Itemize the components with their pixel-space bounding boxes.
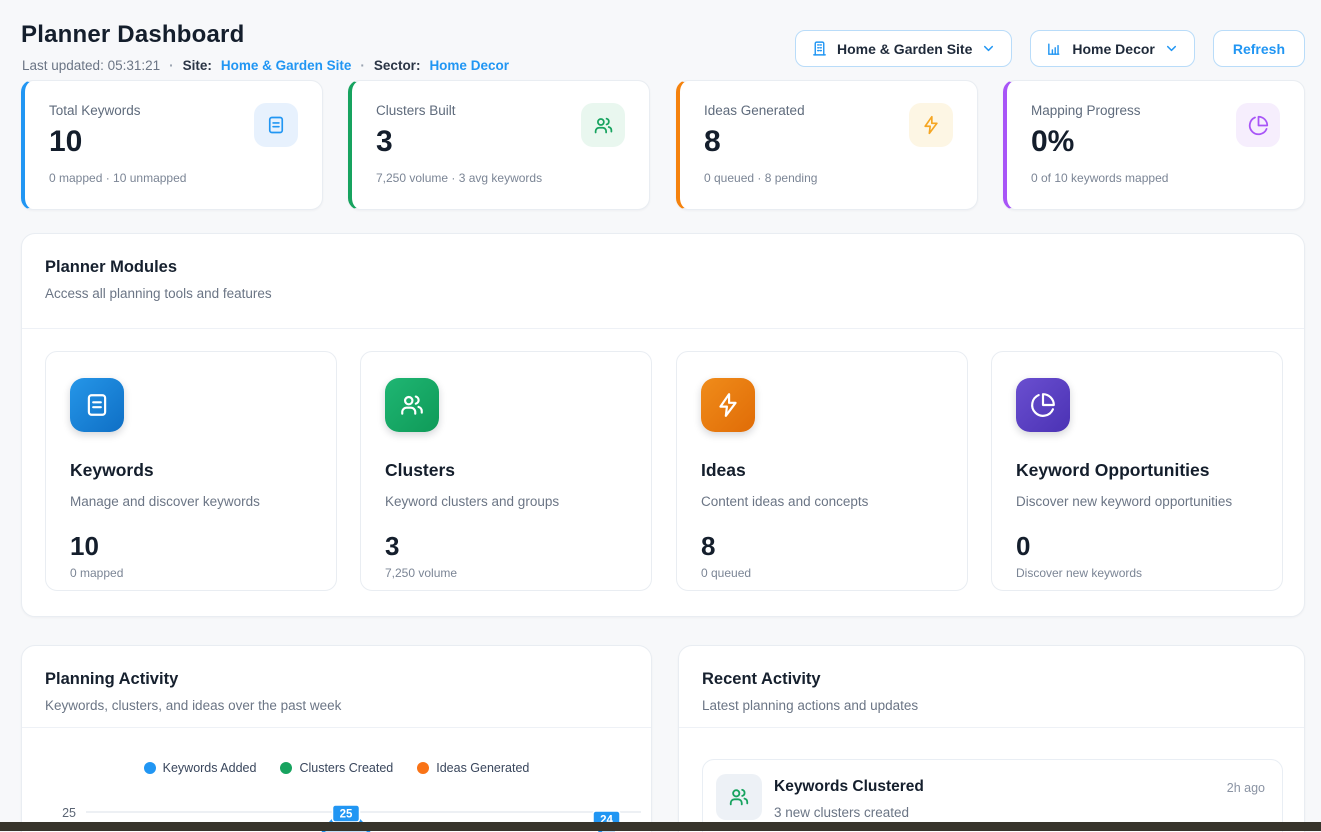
sector-label: Sector: [374, 58, 421, 73]
bottom-edge-bar [0, 822, 1321, 831]
module-card-clusters[interactable]: Clusters Keyword clusters and groups 3 7… [360, 351, 652, 591]
activity-item-title: Keywords Clustered [774, 778, 924, 796]
module-card-keyword-opportunities[interactable]: Keyword Opportunities Discover new keywo… [991, 351, 1283, 591]
users-icon [581, 103, 625, 147]
module-description: Discover new keyword opportunities [1016, 494, 1258, 509]
planner-dashboard-page: Planner Dashboard Last updated: 05:31:21… [0, 0, 1321, 832]
refresh-button-label: Refresh [1233, 41, 1285, 57]
chart-legend: Keywords Added Clusters Created Ideas Ge… [22, 761, 651, 775]
pie-chart-icon [1016, 378, 1070, 432]
document-icon [70, 378, 124, 432]
module-title: Keyword Opportunities [1016, 460, 1258, 481]
meta-separator: · [360, 58, 365, 73]
site-selector-dropdown[interactable]: Home & Garden Site [795, 30, 1012, 67]
bar-chart-icon [1046, 40, 1063, 57]
refresh-button[interactable]: Refresh [1213, 30, 1305, 67]
planning-activity-title: Planning Activity [45, 670, 178, 689]
module-card-ideas[interactable]: Ideas Content ideas and concepts 8 0 que… [676, 351, 968, 591]
activity-item-description: 3 new clusters created [774, 805, 909, 820]
module-detail: Discover new keywords [1016, 566, 1258, 580]
module-value: 3 [385, 533, 627, 559]
stat-detail: 0 mapped · 10 unmapped [49, 171, 298, 185]
planner-modules-panel: Planner Modules Access all planning tool… [21, 233, 1305, 617]
site-label: Site: [183, 58, 212, 73]
module-value: 10 [70, 533, 312, 559]
chevron-down-icon [1164, 41, 1179, 56]
y-axis-tick-label: 25 [62, 806, 76, 820]
legend-dot-blue [144, 762, 156, 774]
sector-selector-label: Home Decor [1072, 41, 1154, 57]
module-description: Keyword clusters and groups [385, 494, 627, 509]
divider [679, 727, 1304, 728]
module-title: Clusters [385, 460, 627, 481]
site-selector-label: Home & Garden Site [837, 41, 972, 57]
module-description: Content ideas and concepts [701, 494, 943, 509]
module-detail: 0 queued [701, 566, 943, 580]
divider [22, 727, 651, 728]
stat-card-total-keywords: Total Keywords 10 0 mapped · 10 unmapped [21, 80, 323, 210]
header-meta: Last updated: 05:31:21 · Site: Home & Ga… [22, 58, 509, 73]
planning-activity-subtitle: Keywords, clusters, and ideas over the p… [45, 698, 341, 713]
sector-selector-dropdown[interactable]: Home Decor [1030, 30, 1194, 67]
modules-section-subtitle: Access all planning tools and features [45, 286, 272, 301]
zap-icon [909, 103, 953, 147]
legend-item-keywords-added: Keywords Added [144, 761, 257, 775]
activity-item-timestamp: 2h ago [1227, 781, 1265, 795]
users-icon [716, 774, 762, 820]
module-value: 8 [701, 533, 943, 559]
meta-separator: · [169, 58, 174, 73]
module-detail: 7,250 volume [385, 566, 627, 580]
module-value: 0 [1016, 533, 1258, 559]
legend-dot-orange [417, 762, 429, 774]
module-title: Keywords [70, 460, 312, 481]
legend-item-ideas-generated: Ideas Generated [417, 761, 529, 775]
stat-card-mapping-progress: Mapping Progress 0% 0 of 10 keywords map… [1003, 80, 1305, 210]
module-description: Manage and discover keywords [70, 494, 312, 509]
users-icon [385, 378, 439, 432]
sector-value-link[interactable]: Home Decor [429, 58, 509, 73]
chevron-down-icon [981, 41, 996, 56]
recent-activity-title: Recent Activity [702, 670, 821, 689]
header-controls: Home & Garden Site Home Decor Refresh [795, 30, 1305, 67]
recent-activity-panel: Recent Activity Latest planning actions … [678, 645, 1305, 832]
planning-activity-panel: Planning Activity Keywords, clusters, an… [21, 645, 652, 832]
building-icon [811, 40, 828, 57]
divider [22, 328, 1304, 329]
modules-section-title: Planner Modules [45, 258, 177, 277]
pie-chart-icon [1236, 103, 1280, 147]
stat-detail: 0 queued · 8 pending [704, 171, 953, 185]
stat-card-clusters-built: Clusters Built 3 7,250 volume · 3 avg ke… [348, 80, 650, 210]
legend-label: Keywords Added [163, 761, 257, 775]
svg-text:25: 25 [340, 809, 353, 821]
module-title: Ideas [701, 460, 943, 481]
legend-item-clusters-created: Clusters Created [280, 761, 393, 775]
last-updated-text: Last updated: 05:31:21 [22, 58, 160, 73]
legend-label: Ideas Generated [436, 761, 529, 775]
page-title: Planner Dashboard [21, 21, 244, 49]
module-detail: 0 mapped [70, 566, 312, 580]
stat-detail: 7,250 volume · 3 avg keywords [376, 171, 625, 185]
document-icon [254, 103, 298, 147]
stat-detail: 0 of 10 keywords mapped [1031, 171, 1280, 185]
stat-card-ideas-generated: Ideas Generated 8 0 queued · 8 pending [676, 80, 978, 210]
site-value-link[interactable]: Home & Garden Site [221, 58, 352, 73]
data-point-label-badge: 25 [333, 805, 360, 822]
legend-label: Clusters Created [299, 761, 393, 775]
legend-dot-green [280, 762, 292, 774]
module-card-keywords[interactable]: Keywords Manage and discover keywords 10… [45, 351, 337, 591]
zap-icon [701, 378, 755, 432]
recent-activity-subtitle: Latest planning actions and updates [702, 698, 918, 713]
